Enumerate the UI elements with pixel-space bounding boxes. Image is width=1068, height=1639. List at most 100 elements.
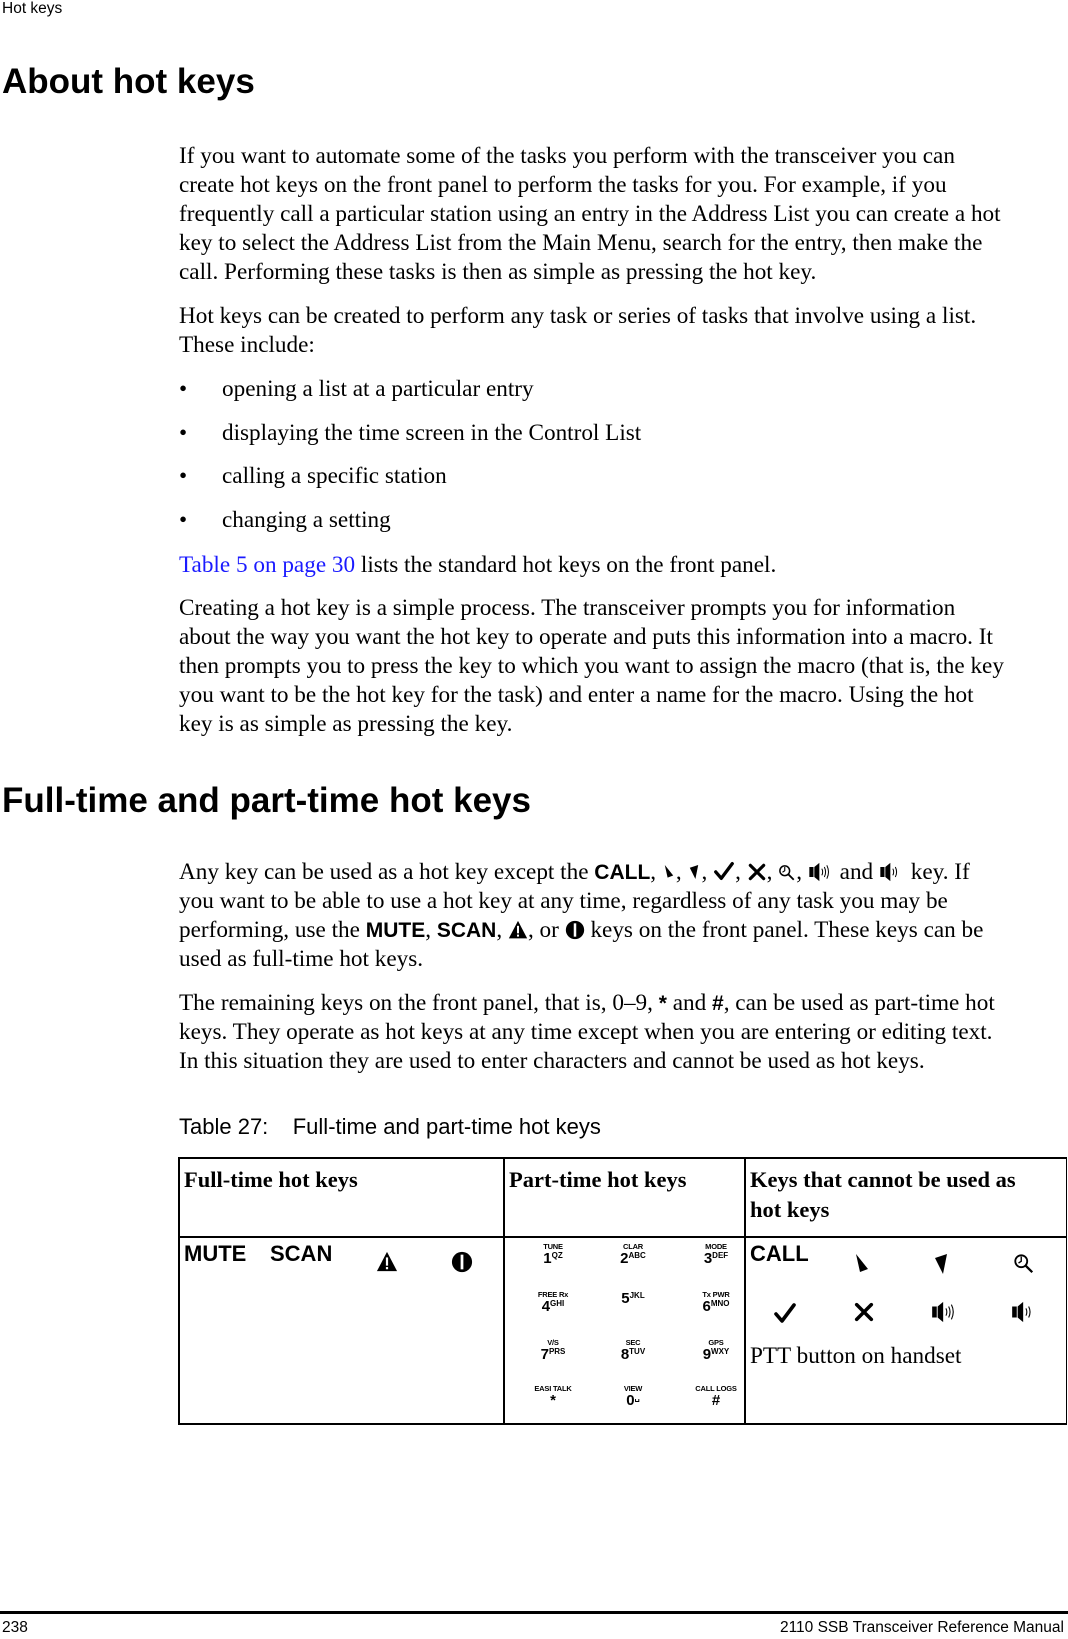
keypad-key-letters: JKL	[629, 1291, 645, 1300]
mute-key-label: MUTE	[365, 919, 426, 942]
exceptions-paragraph: Any key can be used as a hot key except …	[179, 858, 1059, 974]
mute-key: MUTE	[184, 1241, 247, 1266]
arrow-down-right-icon	[852, 1251, 872, 1277]
volume-down-icon	[879, 862, 905, 882]
keypad-key-number: 2	[620, 1249, 629, 1267]
arrow-down-left-icon	[687, 862, 701, 882]
text-line: then prompts you to press the key to whi…	[179, 653, 1004, 679]
volume-up-icon	[808, 862, 834, 882]
list-item: • calling a specific station	[179, 462, 447, 491]
list-item-text: displaying the time screen in the Contro…	[222, 420, 642, 446]
text-line: you want to be the hot key for the task)…	[179, 682, 974, 708]
manual-title: 2110 SSB Transceiver Reference Manual	[779, 1619, 1064, 1636]
text-line: The remaining keys on the front panel, t…	[179, 989, 1059, 1018]
keypad-key-number: 4	[541, 1297, 551, 1315]
keypad-key-number: #	[711, 1391, 721, 1409]
keypad-key: V/S 7PRS	[518, 1339, 588, 1363]
keypad-key: CALL LOGS #	[681, 1385, 751, 1409]
list-item-text: changing a setting	[222, 507, 391, 533]
keypad-key-letters: QZ	[551, 1250, 563, 1260]
keypad-key: MODE 3DEF	[681, 1243, 751, 1267]
search-icon	[1013, 1253, 1035, 1275]
section-title-full-part-time: Full-time and part-time hot keys	[2, 781, 531, 820]
keypad-key-letters: MNO	[710, 1298, 730, 1308]
keypad-key: SEC 8TUV	[598, 1339, 668, 1363]
list-intro-paragraph: Hot keys can be created to perform any t…	[179, 302, 1059, 360]
creating-paragraph: Creating a hot key is a simple process. …	[179, 594, 1059, 739]
column-header-cannot-use: Keys that cannot be used as hot keys	[750, 1167, 1016, 1222]
star-key-label: *	[658, 992, 667, 1015]
keypad-key: GPS 9WXY	[681, 1339, 751, 1363]
section-title-about-hot-keys: About hot keys	[2, 62, 255, 101]
bullet-icon: •	[179, 376, 188, 402]
warning-triangle-icon	[508, 920, 528, 940]
text: key. If	[904, 859, 970, 885]
emergency-circle-icon	[451, 1251, 473, 1273]
text-line: call. Performing these tasks is then as …	[179, 259, 817, 285]
column-header-full-time: Full-time hot keys	[184, 1167, 358, 1192]
keypad-key-label: SEC	[625, 1338, 641, 1347]
column-header-part-time: Part-time hot keys	[509, 1167, 687, 1192]
intro-paragraph: If you want to automate some of the task…	[179, 142, 1059, 287]
keypad-key-number: 1	[543, 1249, 552, 1267]
text-line: you want to be able to use a hot key at …	[179, 888, 948, 914]
keypad-key: FREE Rx 4GHI	[518, 1291, 588, 1315]
keypad-key: EASI TALK *	[518, 1385, 588, 1409]
table-border	[1065, 1159, 1067, 1423]
keypad-key-number: 0	[626, 1391, 635, 1409]
keypad-key-letters: TUV	[629, 1346, 646, 1356]
list-item-text: opening a list at a particular entry	[222, 376, 534, 402]
keypad-key: 5JKL	[598, 1291, 668, 1307]
keypad-key-label: TUNE	[543, 1242, 563, 1251]
keypad-key-number: 3	[703, 1249, 713, 1267]
keypad-key-letters: WXY	[711, 1346, 730, 1356]
keypad-key-label: V/S	[547, 1338, 559, 1347]
arrow-down-left-icon	[931, 1251, 951, 1277]
text: , or	[527, 917, 565, 943]
text-line: If you want to automate some of the task…	[179, 143, 955, 169]
call-key: CALL	[750, 1241, 809, 1266]
check-icon	[713, 860, 735, 882]
text-line: create hot keys on the front panel to pe…	[179, 172, 947, 198]
keypad-key-number: 7	[540, 1345, 549, 1363]
text: The remaining keys on the front panel, t…	[179, 990, 659, 1016]
keypad-key: Tx PWR 6MNO	[681, 1291, 751, 1315]
bullet-icon: •	[179, 463, 188, 489]
hot-keys-table: Full-time hot keys Part-time hot keys Ke…	[178, 1157, 1067, 1425]
bullet-icon: •	[179, 507, 188, 533]
text: , can be used as part-time hot	[723, 990, 995, 1016]
keypad-key-letters: PRS	[548, 1346, 566, 1356]
part-time-paragraph: The remaining keys on the front panel, t…	[179, 989, 1059, 1076]
arrow-down-right-icon	[662, 862, 676, 882]
xref-text: lists the standard hot keys on the front…	[355, 552, 777, 578]
list-item: • changing a setting	[179, 506, 391, 535]
bullet-icon: •	[179, 420, 188, 446]
text: performing, use the	[179, 917, 366, 943]
call-key-label: CALL	[594, 861, 651, 884]
keypad-key-number: 5	[621, 1290, 630, 1307]
keypad-key: VIEW 0␣	[598, 1385, 668, 1409]
text-line: Any key can be used as a hot key except …	[179, 859, 970, 885]
ptt-button-note: PTT button on handset	[750, 1343, 962, 1369]
scan-key: SCAN	[270, 1241, 333, 1266]
keypad-key-letters: ABC	[628, 1250, 646, 1260]
list-item: • opening a list at a particular entry	[179, 375, 534, 404]
keypad-key-number: 8	[620, 1345, 630, 1363]
text-line: performing, use the MUTE, SCAN, , or key…	[179, 917, 984, 943]
table-caption: Table 27: Full-time and part-time hot ke…	[179, 1114, 601, 1139]
text-line: These include:	[179, 332, 315, 358]
text: and	[666, 990, 713, 1016]
keypad-key-letters: DEF	[712, 1250, 729, 1260]
search-icon	[778, 864, 796, 882]
check-icon	[773, 1301, 797, 1325]
emergency-circle-icon	[565, 920, 585, 940]
text-line: Creating a hot key is a simple process. …	[179, 595, 956, 621]
footer-rule	[0, 1611, 1068, 1614]
keypad-key-label: GPS	[708, 1338, 724, 1347]
text: keys on the front panel. These keys can …	[584, 917, 984, 943]
cross-icon	[747, 862, 767, 882]
table-5-link[interactable]: Table 5 on page 30	[179, 552, 355, 578]
table-header-divider	[178, 1236, 1067, 1238]
text-line: frequently call a particular station usi…	[179, 201, 1001, 227]
text: Any key can be used as a hot key except …	[179, 859, 595, 885]
